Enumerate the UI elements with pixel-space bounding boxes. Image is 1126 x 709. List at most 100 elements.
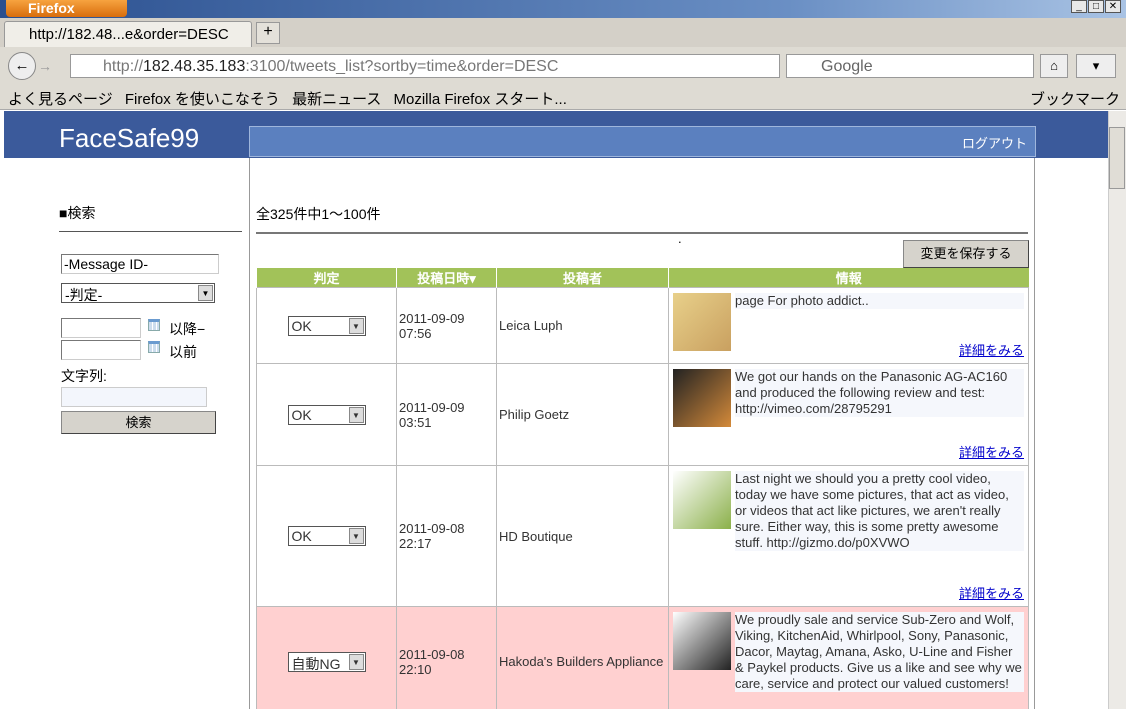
search-bar[interactable]: Google [786,54,1034,78]
tweets-table: 判定 投稿日時▾ 投稿者 情報 OK ▼ 2011-09-09 07:56 Leic… [256,268,1029,709]
details-link[interactable]: 詳細をみる [959,340,1024,359]
judgment-select[interactable]: OK ▼ [287,404,366,425]
post-time: 22:10 [399,661,432,677]
bookmark-item[interactable]: Firefox を使いこなそう [125,91,280,108]
poster-cell: Leica Luph [496,287,669,364]
logout-link[interactable]: ログアウト [962,136,1027,151]
bookmark-item[interactable]: 最新ニュース [292,91,381,108]
date-cell: 2011-09-09 03:51 [396,363,497,466]
column-header-info: 情報 [668,268,1029,288]
chevron-down-icon: ▼ [348,653,364,670]
judgment-cell: OK ▼ [256,363,397,466]
minimize-button[interactable]: _ [1071,0,1087,13]
url-host: 182.48.35.183 [143,58,246,75]
date-cell: 2011-09-08 22:10 [396,606,497,709]
judgment-cell: OK ▼ [256,465,397,607]
post-date: 2011-09-08 [399,521,465,536]
info-cell: We got our hands on the Panasonic AG-AC1… [668,363,1029,466]
poster-cell: Hakoda's Builders Appliance [496,606,669,709]
judgment-value: OK [291,406,312,423]
date-cell: 2011-09-09 07:56 [396,287,497,364]
url-prefix: http:// [103,58,144,75]
chevron-down-icon: ▼ [198,285,213,301]
column-header-date[interactable]: 投稿日時▾ [396,268,497,288]
table-row: OK ▼ 2011-09-09 07:56 Leica Luph page For … [256,287,1029,364]
column-header-poster: 投稿者 [496,268,669,288]
new-tab-button[interactable]: + [256,22,280,44]
details-link[interactable]: 詳細をみる [959,583,1024,602]
post-date: 2011-09-09 [399,310,465,326]
string-input[interactable] [61,387,207,407]
table-row: 自動NG ▼ 2011-09-08 22:10 Hakoda's Builders … [256,606,1029,709]
column-header-judgment: 判定 [256,268,397,288]
post-date: 2011-09-08 [399,646,465,662]
info-cell: page For photo addict.. 詳細をみる [668,287,1029,364]
dot: . [678,231,682,246]
addon-icon[interactable]: ▾ [1076,54,1116,78]
profile-image[interactable] [673,292,731,351]
chevron-down-icon: ▼ [348,406,364,423]
bookmarks-menu[interactable]: ブックマーク [1030,88,1120,109]
scrollbar[interactable] [1108,111,1126,709]
bookmarks-bar: よく見るページ Firefox を使いこなそう 最新ニュース Mozilla F… [0,85,1126,110]
after-label: 以降− [169,321,206,337]
chevron-down-icon: ▼ [348,528,364,544]
post-time: 22:17 [399,536,432,551]
poster-cell: Philip Goetz [496,363,669,466]
judgment-select[interactable]: OK ▼ [287,315,366,336]
judgment-select[interactable]: -判定- ▼ [61,283,215,303]
header-bar: ログアウト [249,126,1036,157]
save-changes-button[interactable]: 変更を保存する [903,240,1029,268]
info-cell: We proudly sale and service Sub-Zero and… [668,606,1029,709]
judgment-cell: 自動NG ▼ [256,606,397,709]
post-text: We got our hands on the Panasonic AG-AC1… [735,368,1024,417]
judgment-cell: OK ▼ [256,287,397,364]
table-row: OK ▼ 2011-09-09 03:51 Philip Goetz We got … [256,363,1029,466]
url-rest: :3100/tweets_list?sortby=time&order=DESC [245,58,559,75]
profile-image[interactable] [673,611,731,670]
close-button[interactable]: ✕ [1105,0,1121,13]
site-logo[interactable]: FaceSafe99 [59,123,199,154]
calendar-icon[interactable] [148,341,160,353]
judgment-select-value: -判定- [65,287,103,303]
divider [249,158,250,709]
post-date: 2011-09-09 [399,399,465,415]
window-titlebar [0,0,1126,18]
profile-image[interactable] [673,368,731,427]
bookmark-item[interactable]: Mozilla Firefox スタート... [394,91,567,108]
judgment-select[interactable]: OK ▼ [287,526,366,546]
post-text: Last night we should you a pretty cool v… [735,470,1024,551]
details-link[interactable]: 詳細をみる [959,442,1024,461]
before-label: 以前 [169,344,197,360]
firefox-menu-button[interactable]: Firefox [6,0,127,17]
scrollbar-thumb[interactable] [1109,127,1125,189]
post-text: We proudly sale and service Sub-Zero and… [735,611,1024,692]
profile-image[interactable] [673,470,731,529]
string-label: 文字列: [61,368,107,384]
home-icon[interactable]: ⌂ [1040,54,1068,78]
judgment-value: OK [291,528,312,544]
search-heading: ■検索 [59,203,242,232]
info-cell: Last night we should you a pretty cool v… [668,465,1029,607]
divider [1034,158,1035,709]
date-after-input[interactable] [61,318,141,338]
search-button[interactable]: 検索 [61,411,216,434]
message-id-input[interactable]: -Message ID- [61,254,219,274]
calendar-icon[interactable] [148,319,160,331]
date-cell: 2011-09-08 22:17 [396,465,497,607]
url-bar[interactable]: http://182.48.35.183:3100/tweets_list?so… [70,54,780,78]
post-time: 07:56 [399,325,432,341]
page-content: FaceSafe99 ログアウト ■検索 -Message ID- -判定- ▼ … [4,111,1108,709]
judgment-select[interactable]: 自動NG ▼ [287,651,366,672]
date-before-input[interactable] [61,340,141,360]
result-count: 全325件中1～100件 [256,204,1028,234]
post-time: 03:51 [399,414,432,430]
forward-button[interactable]: → [38,58,52,74]
back-button[interactable]: ← [8,52,36,80]
poster-cell: HD Boutique [496,465,669,607]
tab-active[interactable]: http://182.48...e&order=DESC [4,21,252,47]
bookmark-item[interactable]: よく見るページ [8,91,113,108]
judgment-value: OK [291,317,312,334]
judgment-value: 自動NG [291,655,341,672]
maximize-button[interactable]: □ [1088,0,1104,13]
